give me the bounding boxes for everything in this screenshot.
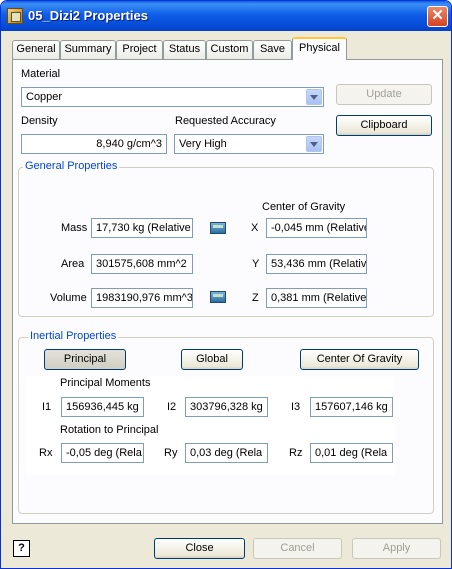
cog-y-field: 53,436 mm (Relative xyxy=(266,254,367,274)
principal-button[interactable]: Principal xyxy=(44,349,126,370)
volume-field: 1983190,976 mm^3 xyxy=(91,288,193,308)
accuracy-value: Very High xyxy=(179,138,227,150)
tab-custom[interactable]: Custom xyxy=(206,40,253,59)
close-window-button[interactable]: ✕ xyxy=(427,6,448,27)
material-label: Material xyxy=(21,68,61,80)
cog-z-field: 0,381 mm (Relative xyxy=(266,288,367,308)
close-button[interactable]: Close xyxy=(154,538,245,559)
chevron-down-icon[interactable] xyxy=(306,136,322,152)
density-field: 8,940 g/cm^3 xyxy=(21,134,167,154)
global-button[interactable]: Global xyxy=(181,349,243,370)
ry-field: 0,03 deg (Rela xyxy=(185,443,268,463)
i1-field: 156936,445 kg xyxy=(61,397,144,417)
calculator-icon[interactable] xyxy=(210,222,226,234)
accuracy-label: Requested Accuracy xyxy=(175,115,276,127)
accuracy-select[interactable]: Very High xyxy=(174,134,324,154)
cog-x-field: -0,045 mm (Relative xyxy=(266,218,367,238)
properties-window: 05_Dizi2 Properties ✕ General Summary Pr… xyxy=(0,0,452,569)
general-properties-title: General Properties xyxy=(23,160,120,172)
update-button[interactable]: Update xyxy=(336,84,432,105)
rz-label: Rz xyxy=(289,447,303,459)
material-value: Copper xyxy=(26,91,63,103)
i3-field: 157607,146 kg xyxy=(310,397,393,417)
calculator-icon[interactable] xyxy=(210,291,226,303)
window-title: 05_Dizi2 Properties xyxy=(28,8,148,23)
tab-status[interactable]: Status xyxy=(163,40,206,59)
i2-label: I2 xyxy=(167,401,177,413)
i2-field: 303796,328 kg xyxy=(185,397,268,417)
rz-field: 0,01 deg (Rela xyxy=(310,443,393,463)
i3-label: I3 xyxy=(291,401,301,413)
cog-x-label: X xyxy=(251,222,259,234)
tab-general[interactable]: General xyxy=(12,40,60,59)
principal-moments-label: Principal Moments xyxy=(60,377,151,389)
chevron-down-icon[interactable] xyxy=(306,89,322,105)
help-icon[interactable]: ? xyxy=(13,540,30,557)
center-of-gravity-label: Center of Gravity xyxy=(262,201,346,213)
area-label: Area xyxy=(61,258,85,270)
inertial-properties-title: Inertial Properties xyxy=(28,330,119,342)
cog-y-label: Y xyxy=(252,258,260,270)
mass-field: 17,730 kg (Relative xyxy=(91,218,193,238)
tab-physical[interactable]: Physical xyxy=(292,37,347,60)
tab-project[interactable]: Project xyxy=(116,40,163,59)
document-icon xyxy=(7,8,23,24)
tab-summary[interactable]: Summary xyxy=(60,40,116,59)
volume-label: Volume xyxy=(50,292,87,304)
cancel-button[interactable]: Cancel xyxy=(253,538,342,559)
ry-label: Ry xyxy=(164,447,178,459)
density-label: Density xyxy=(21,115,58,127)
title-bar[interactable]: 05_Dizi2 Properties ✕ xyxy=(1,1,451,31)
rx-field: -0,05 deg (Rela xyxy=(61,443,144,463)
i1-label: I1 xyxy=(42,401,52,413)
rotation-to-principal-label: Rotation to Principal xyxy=(60,424,159,436)
material-select[interactable]: Copper xyxy=(21,87,324,107)
clipboard-button[interactable]: Clipboard xyxy=(336,115,432,136)
apply-button[interactable]: Apply xyxy=(352,538,441,559)
cog-z-label: Z xyxy=(252,292,259,304)
center-of-gravity-button[interactable]: Center Of Gravity xyxy=(300,349,419,370)
rx-label: Rx xyxy=(39,447,53,459)
tab-save[interactable]: Save xyxy=(253,40,292,59)
area-field: 301575,608 mm^2 xyxy=(91,254,193,274)
mass-label: Mass xyxy=(61,222,88,234)
